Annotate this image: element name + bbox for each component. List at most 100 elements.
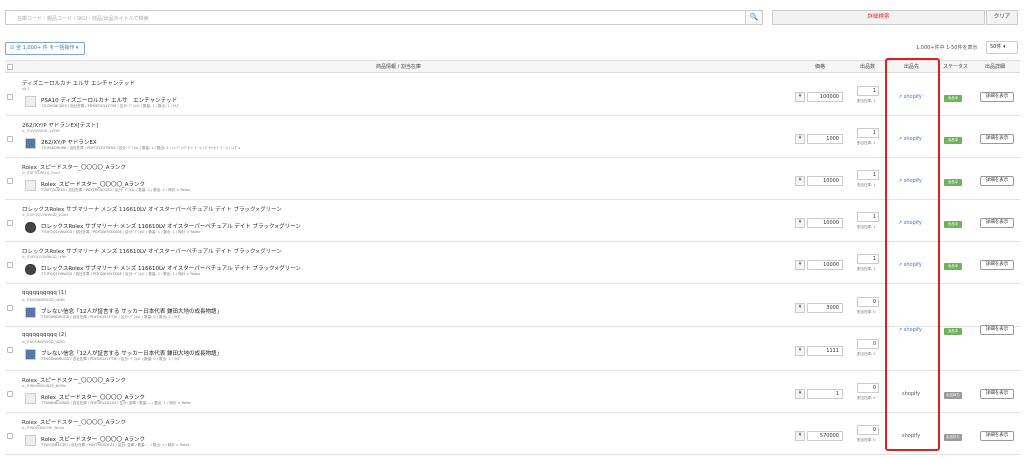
- select-all-checkbox[interactable]: [7, 64, 13, 70]
- product-thumbnail: [25, 96, 36, 107]
- row-checkbox[interactable]: [7, 220, 13, 226]
- detail-button[interactable]: 詳細を表示: [980, 325, 1014, 335]
- clear-button[interactable]: クリア: [986, 10, 1018, 25]
- qty-input[interactable]: 1: [857, 170, 879, 180]
- status-badge: 出品中: [944, 328, 962, 335]
- price-input[interactable]: 1000: [807, 134, 843, 144]
- product-sku: ic_ITUFQQ1YWWGD_yGw4: [22, 213, 69, 217]
- detail-button[interactable]: 詳細を表示: [980, 134, 1014, 144]
- yen-icon: ¥: [795, 389, 805, 399]
- row-checkbox[interactable]: [7, 305, 13, 311]
- product-name[interactable]: qqqqqqqqqq (1): [22, 290, 66, 296]
- row-checkbox[interactable]: [7, 178, 13, 184]
- allocated-stock: 割当在庫: 1: [857, 99, 876, 103]
- status-badge: 出品中: [944, 95, 962, 102]
- qty-input[interactable]: 1: [857, 254, 879, 264]
- product-thumbnail: [25, 180, 36, 191]
- allocated-stock: 割当在庫: 1: [857, 183, 876, 187]
- stock-name[interactable]: ロレックスRolex サブマリーナ メンズ 116610LV オイスターパーペチ…: [41, 264, 301, 272]
- stock-name[interactable]: ロレックスRolex サブマリーナ メンズ 116610LV オイスターパーペチ…: [41, 222, 301, 230]
- product-sku: ic_ITUFQQ1YWWGD_iYfer: [22, 255, 67, 259]
- yen-icon: ¥: [795, 346, 805, 356]
- detail-button[interactable]: 詳細を表示: [980, 260, 1014, 270]
- product-name[interactable]: ロレックスRolex サブマリーナ メンズ 116610LV オイスターパーペチ…: [22, 247, 282, 255]
- product-name[interactable]: 262/XY/P ヤドランEX[テスト]: [22, 121, 98, 129]
- qty-input[interactable]: 0: [857, 383, 879, 393]
- stock-name[interactable]: ブレない信念「12人が証言する サッカー日本代表 鎌田大地の成長物語」: [41, 349, 222, 357]
- search-input[interactable]: 在庫コード・親品コード・SKU・商品/出品タイトルで検索 🔍: [5, 10, 763, 25]
- detail-button[interactable]: 詳細を表示: [980, 176, 1014, 186]
- qty-input[interactable]: 1: [857, 128, 879, 138]
- header-detail: 出品詳細: [985, 64, 1006, 70]
- qty-input[interactable]: 1: [857, 86, 879, 96]
- stock-name[interactable]: 262/XY/P ヤドランEX: [41, 138, 97, 146]
- row-checkbox[interactable]: [7, 262, 13, 268]
- product-name[interactable]: Rolex_スピードスター_〇〇〇〇_Aランク: [22, 376, 126, 384]
- product-name[interactable]: Rolex_スピードスター_〇〇〇〇_Aランク: [22, 418, 126, 426]
- yen-icon: ¥: [795, 92, 805, 102]
- price-input[interactable]: 10000: [807, 218, 843, 228]
- product-name[interactable]: ロレックスRolex サブマリーナ メンズ 116610LV オイスターパーペチ…: [22, 205, 282, 213]
- allocated-stock: 割当在庫: 1: [857, 141, 876, 145]
- qty-input[interactable]: 1: [857, 212, 879, 222]
- stock-meta: 7TUFQQ1YWWGD / 自社在庫 / PDYQDHVXSCBE / 区分:…: [41, 230, 201, 234]
- bulk-action-button[interactable]: ☑ 全 1,000+ 件 を一括操作 ▾: [5, 42, 85, 55]
- product-thumbnail: [25, 264, 36, 275]
- stock-meta: 7TNODNDRGGD / 自社在庫 / PDYDX1X1YT3E / 区分: …: [41, 357, 181, 361]
- stock-meta: 7TUHJ8QRUR8 / 自社在庫 / PDYTZ1Z2TWX4 / 区分: …: [41, 146, 240, 150]
- stock-meta: 7TNODNDRGGD / 自社在庫 / PDYDX1X1YT3E / 区分: …: [41, 315, 181, 319]
- status-badge: 出品待ち: [944, 392, 962, 399]
- stock-name[interactable]: ブレない信念「12人が証言する サッカー日本代表 鎌田大地の成長物語」: [41, 307, 222, 315]
- row-checkbox[interactable]: [7, 136, 13, 142]
- yen-icon: ¥: [795, 176, 805, 186]
- product-sku: ic_ITUVQ9QUK_uZLY8: [22, 129, 60, 133]
- detail-button[interactable]: 詳細を表示: [980, 218, 1014, 228]
- header-info: 商品情報 / 割当在庫: [376, 64, 421, 70]
- price-input[interactable]: 100000: [807, 92, 843, 102]
- price-input[interactable]: 10000: [807, 260, 843, 270]
- row-checkbox[interactable]: [7, 391, 13, 397]
- detail-button[interactable]: 詳細を表示: [980, 92, 1014, 102]
- product-thumbnail: [25, 222, 36, 233]
- stock-name[interactable]: Rolex_スピードスター_〇〇〇〇_Aランク: [41, 180, 145, 188]
- detail-button[interactable]: 詳細を表示: [980, 389, 1014, 399]
- highlight-box: [885, 58, 940, 451]
- detail-button[interactable]: 詳細を表示: [980, 431, 1014, 441]
- row-checkbox[interactable]: [7, 433, 13, 439]
- yen-icon: ¥: [795, 218, 805, 228]
- stock-name[interactable]: PSA10 ディズニーロルカナ エルサ エンチャンテッド: [41, 96, 177, 104]
- product-name[interactable]: ディズニーロルカナ エルサ エンチャンテッド: [22, 79, 135, 87]
- yen-icon: ¥: [795, 303, 805, 313]
- status-badge: 出品中: [944, 179, 962, 186]
- row-checkbox[interactable]: [7, 347, 13, 353]
- stock-name[interactable]: Rolex_スピードスター_〇〇〇〇_Aランク: [41, 435, 145, 443]
- result-count: 1,000+件中 1-50件を表示: [916, 45, 978, 51]
- price-input[interactable]: 10000: [807, 176, 843, 186]
- stock-meta: 7TLD9Q8CDE5 / 自社在庫 / PDYMSOQ4Z758 / 区分: …: [41, 104, 180, 108]
- per-page-select[interactable]: 50件 ▾: [986, 41, 1018, 54]
- product-thumbnail: [25, 307, 36, 318]
- status-badge: 出品待ち: [944, 434, 962, 441]
- qty-input[interactable]: 0: [857, 425, 879, 435]
- stock-meta: 7TWOJVB4C5RI / 自社在庫 / PDYTRGXD1Z4 / 区分: …: [41, 443, 190, 447]
- allocated-stock: 割当在庫: 0: [857, 352, 876, 356]
- product-sku: ic_ITNODNDRGGD_UDKs: [22, 298, 65, 302]
- header-qty: 出品数: [860, 64, 876, 70]
- product-name[interactable]: qqqqqqqqqq (2): [22, 332, 66, 338]
- header-price: 価格: [815, 64, 826, 70]
- price-input[interactable]: 570000: [807, 431, 843, 441]
- product-sku: ic_ITXFTJ2HR1A_DuvY: [22, 171, 61, 175]
- row-checkbox[interactable]: [7, 94, 13, 100]
- price-input[interactable]: 1: [807, 389, 843, 399]
- product-thumbnail: [25, 349, 36, 360]
- price-input[interactable]: 1111: [807, 346, 843, 356]
- qty-input[interactable]: 0: [857, 297, 879, 307]
- product-name[interactable]: Rolex_スピードスター_〇〇〇〇_Aランク: [22, 163, 126, 171]
- qty-input[interactable]: 0: [857, 339, 879, 349]
- product-sku: ic_ITWWHBGVBZS_NGMs: [22, 384, 66, 388]
- detail-search-button[interactable]: 詳細検索: [772, 10, 985, 25]
- stock-name[interactable]: Rolex_スピードスター_〇〇〇〇_Aランク: [41, 393, 145, 401]
- yen-icon: ¥: [795, 134, 805, 144]
- price-input[interactable]: 3000: [807, 303, 843, 313]
- search-button[interactable]: 🔍: [745, 11, 762, 24]
